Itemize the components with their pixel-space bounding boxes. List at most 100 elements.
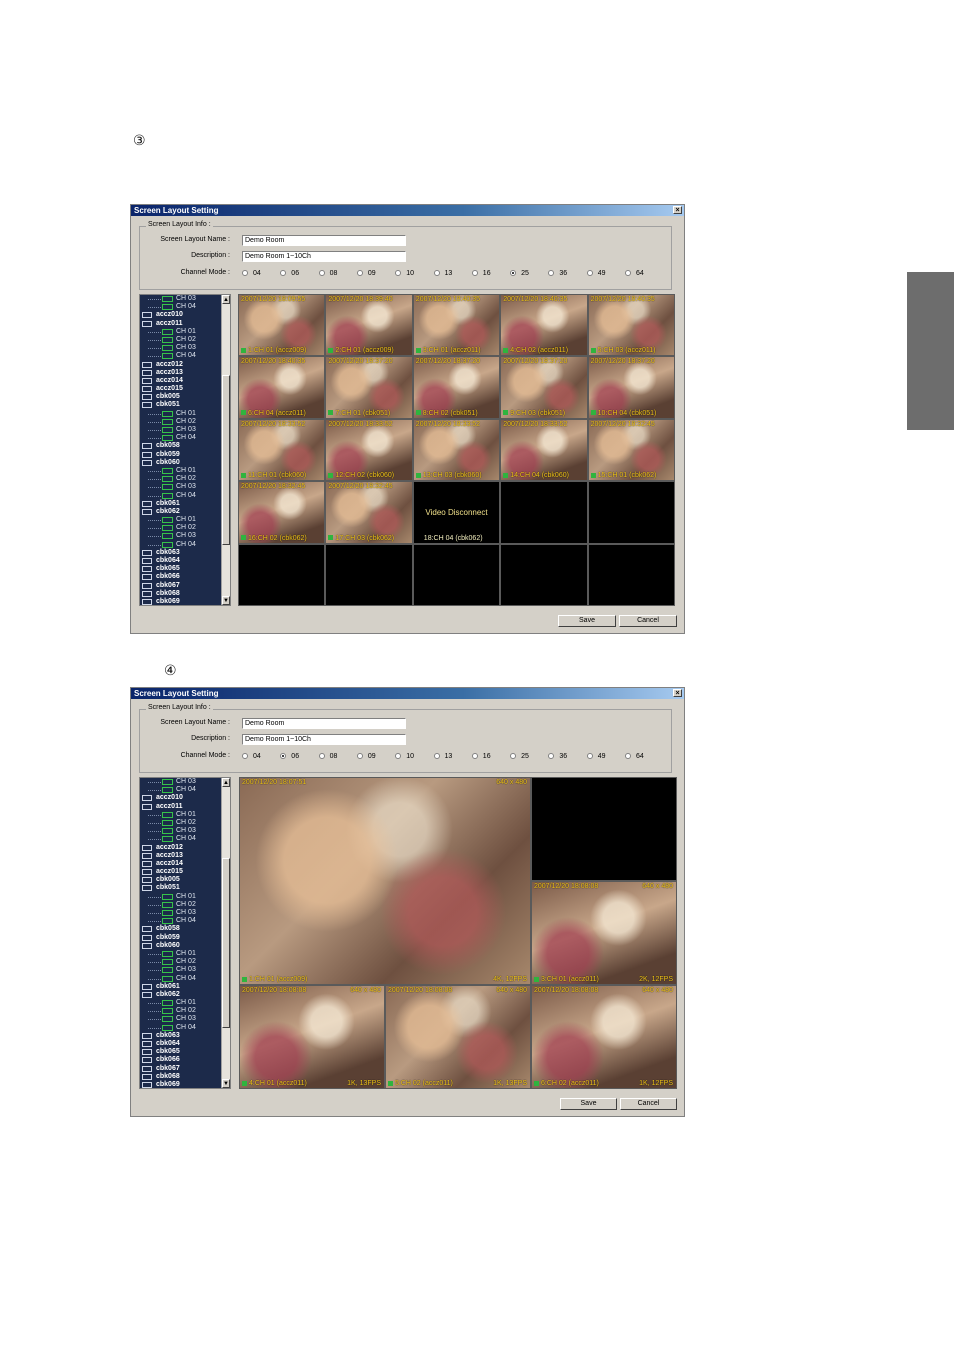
- tree-device-node[interactable]: cbk067: [140, 582, 230, 590]
- description-input[interactable]: Demo Room 1~10Ch: [242, 734, 406, 745]
- tree-channel-node[interactable]: CH 01: [140, 410, 230, 418]
- channel-mode-radio-04[interactable]: 04: [242, 270, 261, 277]
- channel-mode-radio-09[interactable]: 09: [356, 753, 376, 760]
- layout-name-input[interactable]: Demo Room: [242, 235, 406, 246]
- tree-device-node[interactable]: accz012: [140, 361, 230, 369]
- channel-cell[interactable]: 2007/12/20 18:39:40 2:CH 01 (accz009): [325, 294, 413, 357]
- tree-channel-node[interactable]: CH 03: [140, 426, 230, 434]
- channel-cell-empty[interactable]: [500, 481, 588, 544]
- tree-channel-node[interactable]: CH 04: [140, 352, 230, 360]
- tree-device-node[interactable]: cbk069: [140, 598, 230, 605]
- tree-channel-node[interactable]: CH 04: [140, 541, 230, 549]
- tree-device-node[interactable]: accz010: [140, 311, 230, 319]
- tree-device-node[interactable]: cbk067: [140, 1065, 230, 1073]
- channel-cell[interactable]: 2007/12/20 18:33:52 11:CH 01 (cbk060): [238, 418, 326, 482]
- tree-channel-node[interactable]: CH 01: [140, 516, 230, 524]
- tree-device-node[interactable]: cbk059: [140, 451, 230, 459]
- tree-channel-node[interactable]: CH 01: [140, 999, 230, 1007]
- channel-cell[interactable]: 2007/12/20 18:33:52 13:CH 03 (cbk060): [412, 418, 501, 482]
- channel-cell-bottom-2[interactable]: 2007/12/20 18:08:08 640 x 480 5:CH 02 (a…: [385, 985, 531, 1089]
- save-button[interactable]: Save: [560, 1098, 617, 1110]
- tree-device-node[interactable]: accz014: [140, 377, 230, 385]
- channel-mode-radio-06[interactable]: 06: [280, 270, 299, 277]
- tree-device-node[interactable]: accz015: [140, 868, 230, 876]
- scroll-up-icon[interactable]: ▲: [222, 295, 230, 304]
- channel-cell[interactable]: 2007/12/20 18:09:55 1:CH 01 (accz009): [238, 294, 326, 357]
- tree-channel-node[interactable]: CH 04: [140, 434, 230, 442]
- tree-device-node[interactable]: accz013: [140, 369, 230, 377]
- tree-channel-node[interactable]: CH 03: [140, 778, 230, 786]
- channel-mode-radio-36[interactable]: 36: [548, 270, 567, 277]
- channel-cell-empty[interactable]: [531, 777, 677, 881]
- cancel-button[interactable]: Cancel: [620, 1098, 677, 1110]
- tree-device-node[interactable]: accz011: [140, 320, 230, 328]
- tree-device-node[interactable]: cbk062: [140, 991, 230, 999]
- tree-channel-node[interactable]: CH 02: [140, 418, 230, 426]
- tree-channel-node[interactable]: CH 01: [140, 811, 230, 819]
- tree-device-node[interactable]: cbk060: [140, 459, 230, 467]
- channel-mode-radio-16[interactable]: 16: [471, 270, 491, 277]
- tree-channel-node[interactable]: CH 04: [140, 835, 230, 843]
- channel-mode-radio-25[interactable]: 25: [510, 270, 529, 277]
- tree-device-node[interactable]: cbk064: [140, 557, 230, 565]
- tree-channel-node[interactable]: CH 04: [140, 492, 230, 500]
- tree-device-node[interactable]: cbk065: [140, 1048, 230, 1056]
- channel-cell-mid[interactable]: 2007/12/20 18:08:08 640 x 480 3:CH 01 (a…: [531, 881, 677, 985]
- tree-channel-node[interactable]: CH 01: [140, 328, 230, 336]
- channel-cell-empty[interactable]: [587, 481, 675, 544]
- tree-channel-node[interactable]: CH 03: [140, 1015, 230, 1023]
- channel-mode-radio-64[interactable]: 64: [625, 270, 644, 277]
- close-icon[interactable]: ×: [673, 206, 682, 214]
- tree-channel-node[interactable]: CH 03: [140, 295, 230, 303]
- tree-device-node[interactable]: cbk060: [140, 942, 230, 950]
- tree-channel-node[interactable]: CH 03: [140, 344, 230, 352]
- tree-channel-node[interactable]: CH 04: [140, 975, 230, 983]
- device-tree[interactable]: CH 03 CH 04 accz010 accz011 CH 01 CH 02 CH 03 C…: [139, 777, 231, 1089]
- tree-channel-node[interactable]: CH 01: [140, 950, 230, 958]
- tree-channel-node[interactable]: CH 02: [140, 524, 230, 532]
- channel-cell[interactable]: 2007/12/20 18:32:45 15:CH 01 (cbk062): [587, 418, 675, 482]
- channel-cell[interactable]: 2007/12/20 18:40:35 4:CH 02 (accz011): [500, 294, 588, 357]
- tree-device-node[interactable]: cbk005: [140, 876, 230, 884]
- tree-channel-node[interactable]: CH 01: [140, 467, 230, 475]
- tree-device-node[interactable]: cbk062: [140, 508, 230, 516]
- channel-mode-radio-25[interactable]: 25: [510, 753, 529, 760]
- channel-cell-empty[interactable]: [412, 543, 501, 606]
- scroll-thumb[interactable]: [222, 858, 230, 1028]
- channel-cell-disconnected[interactable]: Video Disconnect 18:CH 04 (cbk062): [412, 481, 501, 544]
- tree-channel-node[interactable]: CH 02: [140, 475, 230, 483]
- channel-cell-empty[interactable]: [325, 543, 413, 606]
- tree-channel-node[interactable]: CH 02: [140, 336, 230, 344]
- tree-device-node[interactable]: cbk059: [140, 934, 230, 942]
- channel-mode-radio-10[interactable]: 10: [395, 270, 414, 277]
- tree-device-node[interactable]: cbk058: [140, 925, 230, 933]
- tree-device-node[interactable]: cbk069: [140, 1081, 230, 1088]
- tree-device-node[interactable]: cbk051: [140, 401, 230, 409]
- tree-channel-node[interactable]: CH 04: [140, 917, 230, 925]
- tree-channel-node[interactable]: CH 02: [140, 819, 230, 827]
- tree-channel-node[interactable]: CH 02: [140, 958, 230, 966]
- tree-channel-node[interactable]: CH 03: [140, 483, 230, 491]
- tree-device-node[interactable]: cbk063: [140, 1032, 230, 1040]
- channel-mode-radio-49[interactable]: 49: [586, 270, 605, 277]
- cancel-button[interactable]: Cancel: [619, 615, 677, 627]
- tree-device-node[interactable]: cbk068: [140, 1073, 230, 1081]
- tree-channel-node[interactable]: CH 03: [140, 532, 230, 540]
- tree-device-node[interactable]: cbk065: [140, 565, 230, 573]
- tree-device-node[interactable]: cbk061: [140, 500, 230, 508]
- close-icon[interactable]: ×: [673, 689, 682, 697]
- channel-cell-empty[interactable]: [238, 543, 326, 606]
- channel-mode-radio-36[interactable]: 36: [548, 753, 567, 760]
- tree-device-node[interactable]: cbk066: [140, 1056, 230, 1064]
- channel-cell[interactable]: 2007/12/20 18:32:45 16:CH 02 (cbk062): [238, 481, 326, 544]
- tree-device-node[interactable]: cbk066: [140, 573, 230, 581]
- tree-device-node[interactable]: accz012: [140, 844, 230, 852]
- channel-mode-radio-06[interactable]: 06: [280, 753, 299, 760]
- tree-device-node[interactable]: cbk063: [140, 549, 230, 557]
- tree-channel-node[interactable]: CH 02: [140, 901, 230, 909]
- tree-channel-node[interactable]: CH 04: [140, 1024, 230, 1032]
- channel-cell-empty[interactable]: [587, 543, 675, 606]
- channel-mode-radio-10[interactable]: 10: [395, 753, 414, 760]
- channel-mode-radio-04[interactable]: 04: [242, 753, 261, 760]
- tree-device-node[interactable]: accz011: [140, 803, 230, 811]
